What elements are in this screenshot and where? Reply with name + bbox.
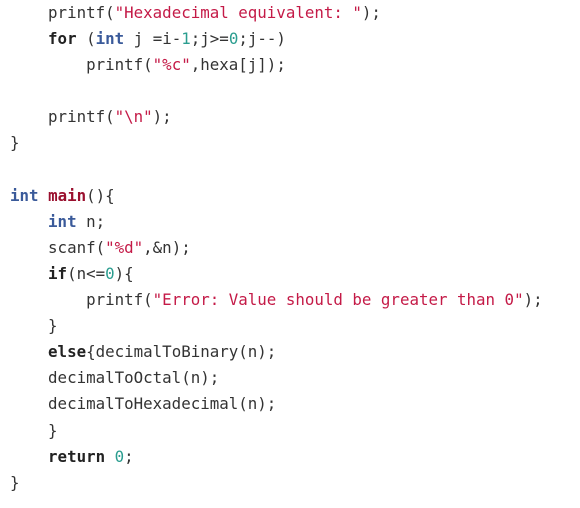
code-token: int: [48, 211, 77, 231]
code-token: printf(: [10, 55, 153, 75]
code-token: "%d": [105, 237, 144, 257]
code-token: printf(: [10, 290, 153, 310]
code-token: 1: [181, 29, 191, 49]
code-line: }: [10, 130, 543, 156]
code-line: decimalToOctal(n);: [10, 365, 543, 391]
code-token: printf(: [10, 3, 115, 22]
code-token: );: [361, 3, 381, 22]
code-block: printf("Hexadecimal equivalent: "); for …: [10, 0, 543, 496]
code-line: printf("%c",hexa[j]);: [10, 52, 543, 78]
code-line: printf("\n");: [10, 104, 543, 130]
code-token: 0: [105, 263, 115, 283]
code-token: ;j--): [238, 29, 286, 49]
code-token: else: [48, 342, 87, 362]
code-token: "Hexadecimal equivalent: ": [114, 3, 362, 22]
code-line: }: [10, 313, 543, 339]
code-token: );: [152, 107, 172, 127]
code-line: }: [10, 418, 543, 444]
code-token: {decimalToBinary(n);: [86, 342, 277, 362]
code-line: scanf("%d",&n);: [10, 235, 543, 261]
code-token: "%c": [152, 55, 191, 75]
code-line: else{decimalToBinary(n);: [10, 339, 543, 365]
code-token: if: [48, 263, 68, 283]
code-line: decimalToHexadecimal(n);: [10, 391, 543, 417]
code-token: printf(: [10, 107, 115, 127]
code-token: "Error: Value should be greater than 0": [152, 290, 524, 310]
code-token: 0: [114, 446, 125, 466]
code-token: int: [95, 29, 125, 49]
code-token: (: [76, 29, 96, 49]
code-line: int n;: [10, 209, 543, 235]
code-token: }: [10, 133, 20, 153]
code-token: j =i-: [124, 29, 182, 49]
code-token: ;j>=: [190, 29, 229, 49]
code-token: ){: [114, 263, 134, 283]
code-token: }: [10, 316, 58, 336]
code-line: if(n<=0){: [10, 261, 543, 287]
code-token: main: [48, 185, 87, 205]
code-line: printf("Error: Value should be greater t…: [10, 287, 543, 313]
code-token: }: [10, 472, 20, 492]
code-token: decimalToOctal(n);: [10, 368, 220, 388]
code-token: (n<=: [67, 263, 106, 283]
code-token: ,hexa[j]);: [190, 55, 286, 75]
code-token: );: [523, 290, 543, 310]
code-token: int: [10, 185, 39, 205]
code-token: "\n": [114, 107, 153, 127]
code-token: decimalToHexadecimal(n);: [10, 394, 277, 414]
code-line: printf("Hexadecimal equivalent: ");: [10, 0, 543, 26]
code-token: n;: [76, 211, 106, 231]
code-token: 0: [228, 29, 239, 49]
code-token: ,&n);: [143, 237, 191, 257]
code-token: return: [48, 446, 106, 466]
code-line: }: [10, 470, 543, 496]
code-token: scanf(: [10, 237, 106, 257]
code-view: printf("Hexadecimal equivalent: "); for …: [0, 0, 580, 508]
code-line: return 0;: [10, 444, 543, 470]
code-line: for (int j =i-1;j>=0;j--): [10, 26, 543, 52]
code-token: }: [10, 420, 58, 440]
code-token: ;: [124, 446, 134, 466]
code-line: int main(){: [10, 183, 543, 209]
code-token: (){: [86, 185, 115, 205]
code-token: for: [48, 29, 77, 49]
